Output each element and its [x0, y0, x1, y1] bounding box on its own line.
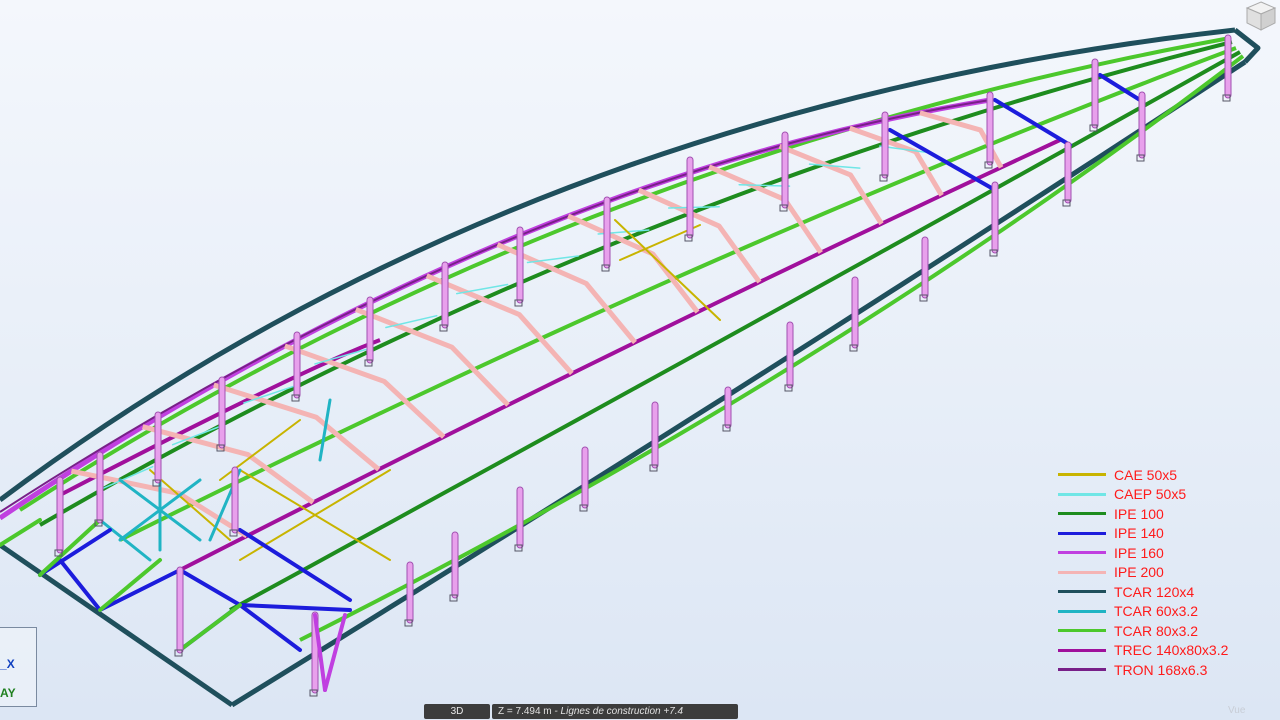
- bracing-beam: [38, 528, 112, 577]
- longitudinal-beam: [18, 36, 1231, 512]
- view-mode-button[interactable]: 3D: [424, 704, 490, 719]
- legend-swatch: [1058, 590, 1106, 594]
- legend-label: TCAR 80x3.2: [1114, 622, 1199, 639]
- legend-label: TREC 140x80x3.2: [1114, 642, 1229, 659]
- legend-item: TCAR 80x3.2: [1058, 621, 1273, 641]
- section-legend: CAE 50x5 CAEP 50x5 IPE 100 IPE 140 IPE 160 IP…: [1058, 465, 1273, 680]
- legend-label: CAE 50x5: [1114, 466, 1178, 483]
- legend-swatch: [1058, 512, 1106, 516]
- legend-item: IPE 160: [1058, 543, 1273, 563]
- view-cube-icon[interactable]: [1244, 0, 1278, 32]
- legend-label: TRON 168x6.3: [1114, 661, 1208, 678]
- legend-label: TCAR 120x4: [1114, 583, 1195, 600]
- construction-lines-label: - Lignes de construction +7.4: [554, 706, 684, 717]
- axis-indicator: _X AY: [0, 627, 37, 707]
- legend-item: TREC 140x80x3.2: [1058, 641, 1273, 661]
- ridge-beam: [0, 97, 991, 521]
- z-coordinate: Z = 7.494 m: [498, 706, 552, 717]
- legend-swatch: [1058, 531, 1106, 535]
- view-label: Vue: [1228, 705, 1246, 716]
- bracing-beam: [238, 528, 352, 602]
- bracing-beam: [178, 568, 242, 607]
- legend-item: TCAR 120x4: [1058, 582, 1273, 602]
- axis-y-label: AY: [0, 686, 16, 700]
- cross-bracing: [149, 469, 231, 541]
- coordinate-readout: Z = 7.494 m - Lignes de construction +7.…: [492, 704, 738, 719]
- legend-item: CAEP 50x5: [1058, 485, 1273, 505]
- legend-label: IPE 200: [1114, 564, 1164, 581]
- legend-label: CAEP 50x5: [1114, 486, 1187, 503]
- legend-item: TCAR 60x3.2: [1058, 602, 1273, 622]
- axis-x-label: _X: [0, 657, 15, 671]
- legend-swatch: [1058, 609, 1106, 613]
- status-bar: 3D Z = 7.494 m - Lignes de construction …: [0, 704, 1280, 720]
- purlin: [38, 518, 102, 577]
- legend-swatch: [1058, 629, 1106, 633]
- rafter-truss: [284, 343, 446, 439]
- legend-swatch: [1058, 492, 1106, 496]
- legend-swatch: [1058, 473, 1106, 477]
- legend-swatch: [1058, 570, 1106, 574]
- purlin: [0, 518, 42, 547]
- legend-swatch: [1058, 668, 1106, 672]
- legend-item: CAE 50x5: [1058, 465, 1273, 485]
- legend-item: IPE 140: [1058, 524, 1273, 544]
- legend-item: IPE 100: [1058, 504, 1273, 524]
- legend-label: IPE 140: [1114, 525, 1164, 542]
- legend-label: IPE 160: [1114, 544, 1164, 561]
- bracing-beam: [238, 603, 302, 652]
- bracing-beam: [238, 603, 352, 612]
- legend-swatch: [1058, 551, 1106, 555]
- truss-member: [98, 518, 152, 562]
- legend-item: IPE 200: [1058, 563, 1273, 583]
- legend-label: TCAR 60x3.2: [1114, 603, 1199, 620]
- cross-bracing: [614, 219, 721, 321]
- legend-item: TRON 168x6.3: [1058, 660, 1273, 680]
- purlin: [178, 603, 242, 652]
- legend-swatch: [1058, 648, 1106, 652]
- legend-label: IPE 100: [1114, 505, 1164, 522]
